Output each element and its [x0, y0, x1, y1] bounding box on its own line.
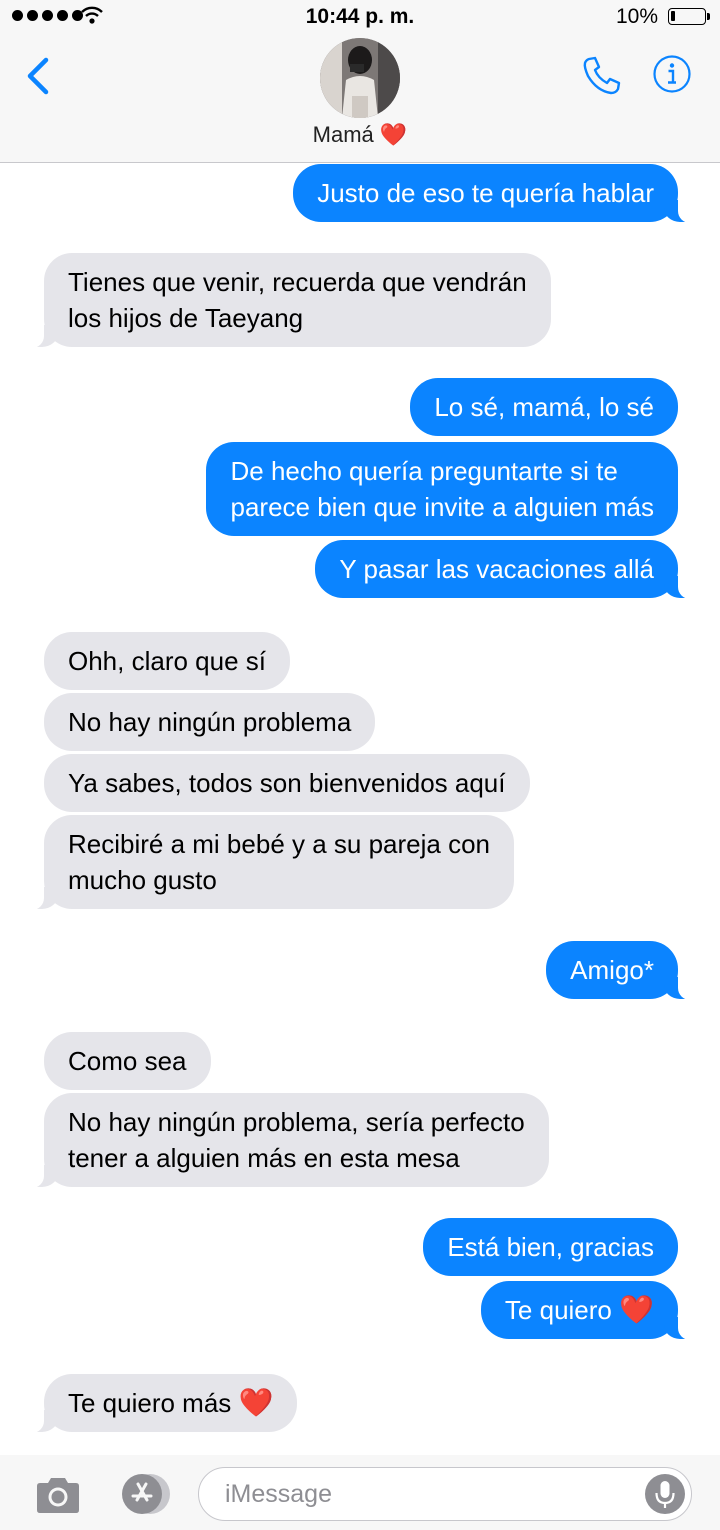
message-text: Recibiré a mi bebé y a su pareja con: [68, 829, 491, 859]
info-icon[interactable]: [652, 54, 692, 94]
message-bubble-outgoing[interactable]: De hecho quería preguntarte si te parece…: [206, 442, 678, 536]
message-bubble-incoming[interactable]: Como sea: [44, 1032, 211, 1090]
contact-name-text: Mamá: [312, 122, 374, 147]
contact-avatar[interactable]: [320, 38, 400, 118]
heart-emoji: ❤️: [238, 1387, 274, 1418]
message-text: mucho gusto: [68, 865, 217, 895]
message-bubble-outgoing[interactable]: Está bien, gracias: [423, 1218, 678, 1276]
battery-percentage: 10%: [615, 5, 658, 28]
status-time: 10:44 p. m.: [305, 5, 415, 28]
heart-emoji: ❤️: [619, 1294, 654, 1325]
message-text: Lo sé, mamá, lo sé: [434, 392, 654, 422]
message-text: Justo de eso te quería hablar: [317, 178, 654, 208]
phone-icon[interactable]: [580, 54, 624, 98]
message-bubble-incoming[interactable]: No hay ningún problema: [44, 693, 376, 751]
imessage-input[interactable]: iMessage: [198, 1467, 692, 1521]
message-text: Ohh, claro que sí: [68, 646, 266, 676]
battery-icon: [668, 8, 710, 25]
message-text: Está bien, gracias: [447, 1232, 654, 1262]
message-text: tener a alguien más en esta mesa: [68, 1143, 460, 1173]
message-bubble-outgoing[interactable]: Amigo*: [546, 941, 698, 1000]
message-text: los hijos de Taeyang: [68, 303, 304, 333]
message-text: Tienes que venir, recuerda que vendrán: [68, 267, 527, 297]
message-text: parece bien que invite a alguien más: [230, 492, 654, 522]
input-placeholder: iMessage: [225, 1480, 332, 1508]
message-text: No hay ningún problema: [68, 707, 352, 737]
message-bubble-incoming[interactable]: No hay ningún problema, sería perfecto t…: [24, 1093, 549, 1188]
message-text: Ya sabes, todos son bienvenidos aquí: [68, 768, 506, 798]
message-text: Y pasar las vacaciones allá: [339, 554, 654, 584]
microphone-icon[interactable]: [643, 1472, 687, 1516]
message-text: De hecho quería preguntarte si te: [230, 456, 618, 486]
message-text: Te quiero más: [68, 1388, 232, 1418]
camera-icon[interactable]: [34, 1475, 82, 1515]
message-bubble-incoming[interactable]: Ohh, claro que sí: [44, 632, 290, 690]
message-bubble-incoming[interactable]: Recibiré a mi bebé y a su pareja con muc…: [23, 815, 515, 910]
contact-name[interactable]: Mamá ❤️: [0, 122, 720, 148]
message-text: Amigo*: [570, 955, 654, 985]
back-chevron-icon[interactable]: [22, 56, 54, 96]
message-bubble-outgoing[interactable]: Justo de eso te quería hablar: [293, 164, 698, 223]
status-bar: 10:44 p. m. 10%: [0, 0, 720, 34]
message-bubble-outgoing[interactable]: Y pasar las vacaciones allá: [315, 540, 698, 599]
message-bubble-incoming[interactable]: Tienes que venir, recuerda que vendrán l…: [24, 253, 551, 348]
message-bubble-outgoing[interactable]: Lo sé, mamá, lo sé: [410, 378, 678, 436]
message-bubble-incoming[interactable]: Ya sabes, todos son bienvenidos aquí: [44, 754, 530, 812]
conversation-header: Mamá ❤️: [0, 34, 720, 163]
message-bubble-incoming[interactable]: Te quiero más ❤️: [23, 1374, 298, 1433]
message-input-bar: iMessage: [0, 1455, 720, 1530]
message-text: Como sea: [68, 1046, 187, 1076]
heart-emoji: ❤️: [379, 122, 408, 147]
app-store-icon[interactable]: [114, 1473, 174, 1515]
message-thread[interactable]: Justo de eso te quería hablar Tienes que…: [0, 162, 720, 1452]
message-bubble-outgoing[interactable]: Te quiero ❤️: [480, 1281, 699, 1340]
message-text: Te quiero: [504, 1295, 612, 1325]
message-text: No hay ningún problema, sería perfecto: [68, 1107, 525, 1137]
